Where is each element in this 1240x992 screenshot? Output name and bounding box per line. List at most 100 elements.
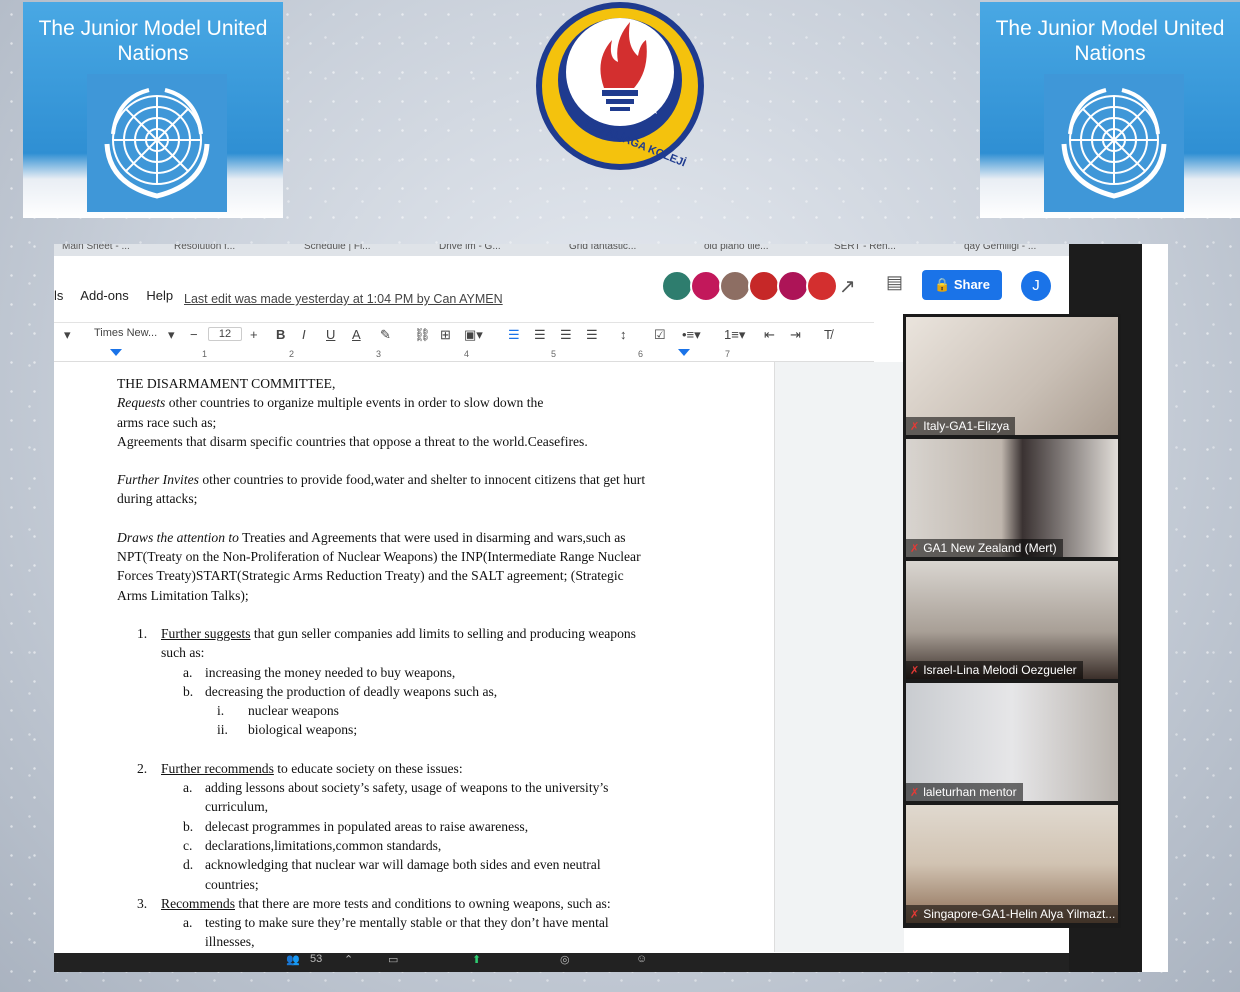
doc-line: Arms Limitation Talks); bbox=[117, 587, 249, 603]
video-tile[interactable]: ✗ laleturhan mentor bbox=[906, 683, 1118, 801]
italic-button[interactable]: I bbox=[302, 327, 306, 342]
collaborator-avatar[interactable] bbox=[690, 270, 722, 302]
doc-paragraph: Draws the attention to Treaties and Agre… bbox=[117, 529, 626, 545]
video-gallery: ✗ Italy-GA1-Elizya ✗ GA1 New Zealand (Mert… bbox=[903, 314, 1121, 928]
participant-name-label: ✗ GA1 New Zealand (Mert) bbox=[906, 539, 1063, 557]
dropdown-arrow-icon[interactable]: ▾ bbox=[64, 327, 71, 343]
browser-tab[interactable]: Schedule | Fi... bbox=[304, 244, 371, 252]
list-subitem: b. decreasing the production of deadly we… bbox=[183, 683, 498, 699]
muted-mic-icon: ✗ bbox=[910, 665, 920, 677]
font-size-increase-button[interactable]: + bbox=[250, 327, 258, 342]
share-screen-icon[interactable]: ⬆ bbox=[472, 953, 481, 966]
left-indent-marker[interactable] bbox=[110, 349, 122, 356]
browser-tab[interactable]: Resolution f... bbox=[174, 244, 235, 252]
doc-line: arms race such as; bbox=[117, 414, 217, 430]
chevron-up-icon[interactable]: ⌃ bbox=[344, 953, 353, 966]
document-body[interactable]: THE DISARMAMENT COMMITTEE, Requests othe… bbox=[117, 374, 702, 952]
list-subitem: d. acknowledging that nuclear war will da… bbox=[183, 857, 601, 873]
list-subitem: b. delecast programmes in populated areas… bbox=[183, 818, 529, 834]
muted-mic-icon: ✗ bbox=[910, 909, 920, 921]
docs-menubar: ls Add-ons Help bbox=[54, 288, 187, 303]
clear-formatting-icon[interactable]: T̸ bbox=[824, 327, 832, 342]
list-subitem: a. increasing the money needed to buy wea… bbox=[183, 664, 456, 680]
comment-history-icon[interactable]: ▤ bbox=[886, 272, 903, 293]
activity-trend-icon[interactable]: ↗ bbox=[839, 274, 856, 299]
bulleted-list-icon[interactable]: •≡▾ bbox=[682, 327, 701, 343]
collaborator-avatars bbox=[661, 270, 838, 302]
list-subitem-continuation: curriculum, bbox=[205, 799, 269, 815]
browser-tab-strip: Main Sheet - ... Resolution f... Schedul… bbox=[54, 244, 1069, 256]
line-spacing-icon[interactable]: ↕ bbox=[620, 327, 627, 342]
video-tile[interactable]: ✗ Italy-GA1-Elizya bbox=[906, 317, 1118, 435]
doc-line: Agreements that disarm specific countrie… bbox=[117, 433, 588, 449]
browser-tab[interactable]: SERT - Ren... bbox=[834, 244, 896, 252]
collaborator-avatar[interactable] bbox=[719, 270, 751, 302]
browser-tab[interactable]: Main Sheet - ... bbox=[62, 244, 130, 252]
insert-image-icon[interactable]: ▣▾ bbox=[464, 327, 483, 343]
menu-addons[interactable]: Add-ons bbox=[80, 288, 128, 303]
record-icon[interactable]: ◎ bbox=[560, 953, 570, 966]
format-toolbar: ▾ Times New... ▾ − 12 + B I U A ✎ ⛓ ⊞ ▣▾… bbox=[54, 322, 874, 347]
menu-tools[interactable]: ls bbox=[54, 288, 63, 303]
browser-tab[interactable]: Grid fantastic... bbox=[569, 244, 636, 252]
browser-tab[interactable]: qay Gemiligi - ... bbox=[964, 244, 1036, 252]
link-icon[interactable]: ⛓ bbox=[414, 327, 431, 343]
browser-tab[interactable]: old piano tile... bbox=[704, 244, 769, 252]
svg-text:★: ★ bbox=[646, 44, 655, 55]
banner-left-title: The Junior Model United Nations bbox=[38, 17, 268, 65]
bold-button[interactable]: B bbox=[276, 327, 285, 342]
checklist-icon[interactable]: ☑ bbox=[654, 327, 666, 343]
font-family-select[interactable]: Times New... bbox=[90, 327, 161, 339]
un-emblem-icon bbox=[1044, 74, 1184, 212]
list-subitem: a. testing to make sure they’re mentally … bbox=[183, 915, 609, 931]
participant-name-label: ✗ Israel-Lina Melodi Oezgueler bbox=[906, 661, 1083, 679]
video-tile[interactable]: ✗ GA1 New Zealand (Mert) bbox=[906, 439, 1118, 557]
add-comment-icon[interactable]: ⊞ bbox=[440, 327, 451, 343]
document-page[interactable]: THE DISARMAMENT COMMITTEE, Requests othe… bbox=[54, 362, 775, 952]
list-subitem-continuation: countries; bbox=[205, 876, 259, 892]
decrease-indent-icon[interactable]: ⇤ bbox=[764, 327, 775, 343]
user-avatar[interactable]: J bbox=[1021, 271, 1051, 301]
font-size-input[interactable]: 12 bbox=[208, 327, 242, 341]
browser-tab[interactable]: Drive im - G... bbox=[439, 244, 501, 252]
banner-right: The Junior Model United Nations bbox=[980, 2, 1240, 218]
align-right-icon[interactable]: ☰ bbox=[560, 327, 572, 343]
ted-aliaga-seal-logo: ★ ★ ★ ★ ★ TED ALİAĞA KOLEJİ bbox=[534, 0, 706, 172]
participant-name-label: ✗ Italy-GA1-Elizya bbox=[906, 417, 1016, 435]
collaborator-avatar[interactable] bbox=[777, 270, 809, 302]
chat-icon[interactable]: ▭ bbox=[388, 953, 398, 966]
svg-text:★: ★ bbox=[634, 26, 643, 37]
list-item: 1. Further suggests that gun seller compa… bbox=[137, 625, 636, 641]
text-color-button[interactable]: A bbox=[352, 327, 361, 342]
svg-text:★: ★ bbox=[650, 106, 659, 117]
collaborator-avatar[interactable] bbox=[806, 270, 838, 302]
collaborator-avatar[interactable] bbox=[661, 270, 693, 302]
menu-help[interactable]: Help bbox=[146, 288, 173, 303]
font-size-decrease-button[interactable]: − bbox=[190, 327, 198, 342]
participant-name-label: ✗ Singapore-GA1-Helin Alya Yilmazt... bbox=[906, 905, 1118, 923]
video-tile[interactable]: ✗ Singapore-GA1-Helin Alya Yilmazt... bbox=[906, 805, 1118, 923]
last-edit-link[interactable]: Last edit was made yesterday at 1:04 PM … bbox=[184, 292, 503, 306]
align-left-icon[interactable]: ☰ bbox=[508, 327, 520, 343]
align-center-icon[interactable]: ☰ bbox=[534, 327, 546, 343]
muted-mic-icon: ✗ bbox=[910, 421, 920, 433]
highlight-pen-icon[interactable]: ✎ bbox=[380, 327, 391, 343]
chevron-down-icon[interactable]: ▾ bbox=[168, 327, 175, 343]
increase-indent-icon[interactable]: ⇥ bbox=[790, 327, 801, 343]
right-indent-marker[interactable] bbox=[678, 349, 690, 356]
share-button[interactable]: 🔒 Share bbox=[922, 270, 1002, 300]
reactions-icon[interactable]: ☺ bbox=[636, 953, 647, 965]
list-subitem: c. declarations,limitations,common standa… bbox=[183, 837, 442, 853]
ruler-number: 7 bbox=[725, 349, 731, 359]
ruler-number: 4 bbox=[464, 349, 470, 359]
underline-button[interactable]: U bbox=[326, 327, 335, 342]
video-tile[interactable]: ✗ Israel-Lina Melodi Oezgueler bbox=[906, 561, 1118, 679]
participants-icon[interactable]: 👥 bbox=[286, 953, 300, 966]
list-subsubitem: i. nuclear weapons bbox=[217, 703, 339, 719]
align-justify-icon[interactable]: ☰ bbox=[586, 327, 598, 343]
collaborator-avatar[interactable] bbox=[748, 270, 780, 302]
doc-line: NPT(Treaty on the Non-Proliferation of N… bbox=[117, 549, 641, 565]
doc-paragraph: Requests other countries to organize mul… bbox=[117, 395, 544, 411]
doc-line: Forces Treaty)START(Strategic Arms Reduc… bbox=[117, 568, 624, 584]
numbered-list-icon[interactable]: 1≡▾ bbox=[724, 327, 745, 343]
